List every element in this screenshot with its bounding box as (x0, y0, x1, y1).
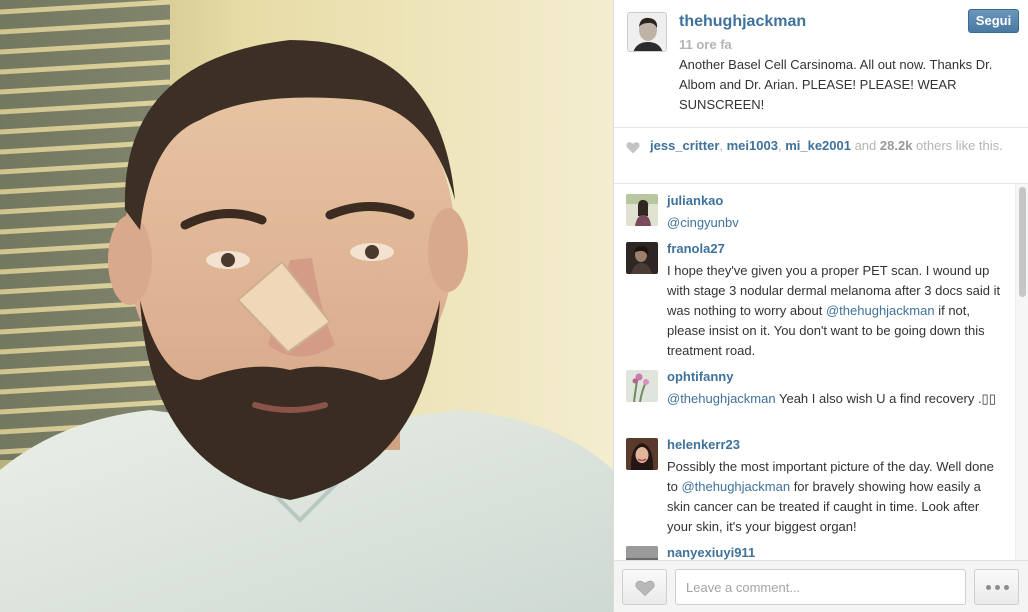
scrollbar-thumb[interactable] (1019, 187, 1026, 297)
heart-icon (626, 142, 640, 154)
post-caption: Another Basel Cell Carsinoma. All out no… (679, 57, 993, 112)
commenter-avatar[interactable] (626, 546, 658, 560)
ellipsis-icon (986, 585, 991, 590)
mention-link[interactable]: @thehughjackman (667, 391, 776, 406)
liker-link[interactable]: jess_critter (650, 138, 719, 153)
likes-and: and (850, 138, 880, 153)
post-timestamp: 11 ore fa (679, 37, 732, 52)
likes-bar: jess_critter, mei1003, mi_ke2001 and 28.… (614, 128, 1028, 184)
commenter-avatar-image (626, 370, 658, 402)
owner-username-link[interactable]: thehughjackman (679, 13, 806, 31)
owner-avatar[interactable] (627, 12, 667, 52)
liker-link[interactable]: mi_ke2001 (785, 138, 851, 153)
owner-avatar-image (628, 13, 666, 51)
comment-footer (614, 560, 1028, 612)
man-with-bandage-image (0, 0, 613, 612)
commenter-avatar[interactable] (626, 438, 658, 470)
commenter-username[interactable]: helenkerr23 (667, 437, 740, 452)
commenter-avatar-image (626, 242, 658, 274)
likes-suffix: others like this. (912, 138, 1003, 153)
comment-item: nanyexiuyi911 (614, 536, 1014, 560)
comment-item: juliankao @cingyunbv (614, 184, 1014, 232)
commenter-avatar-image (626, 438, 658, 470)
likes-separator: , (719, 138, 727, 153)
comment-text: Possibly the most important picture of t… (667, 457, 1007, 537)
mention-link[interactable]: @thehughjackman (681, 479, 790, 494)
more-options-button[interactable] (974, 569, 1019, 605)
post-panel: thehughjackman 11 ore fa Another Basel C… (613, 0, 1028, 612)
comment-item: helenkerr23 Possibly the most important … (614, 428, 1014, 536)
heart-icon (635, 580, 655, 596)
commenter-username[interactable]: ophtifanny (667, 369, 733, 384)
comments-list: juliankao @cingyunbv franola27 I hope th… (614, 184, 1014, 560)
mention-link[interactable]: @cingyunbv (667, 215, 739, 230)
commenter-username[interactable]: nanyexiuyi911 (667, 545, 755, 560)
follow-button[interactable]: Segui (968, 9, 1019, 33)
comment-item: franola27 I hope they've given you a pro… (614, 232, 1014, 360)
comment-input[interactable] (675, 569, 966, 605)
commenter-username[interactable]: franola27 (667, 241, 725, 256)
comment-item: ophtifanny @thehughjackman Yeah I also w… (614, 360, 1014, 428)
commenter-avatar[interactable] (626, 242, 658, 274)
likes-count: 28.2k (879, 138, 913, 153)
commenter-avatar-image (626, 194, 658, 226)
comment-text: I hope they've given you a proper PET sc… (667, 261, 1007, 361)
liker-link[interactable]: mei1003 (727, 138, 778, 153)
likes-summary: jess_critter, mei1003, mi_ke2001 and 28.… (650, 138, 1020, 154)
comments-scrollbar[interactable] (1015, 184, 1028, 560)
like-button[interactable] (622, 569, 667, 605)
commenter-avatar[interactable] (626, 370, 658, 402)
post-header: thehughjackman 11 ore fa Another Basel C… (614, 0, 1028, 128)
commenter-avatar[interactable] (626, 194, 658, 226)
mention-link[interactable]: @thehughjackman (826, 303, 935, 318)
commenter-avatar-image (626, 546, 658, 560)
comment-text: @cingyunbv (667, 213, 1007, 233)
post-photo (0, 0, 613, 612)
comment-text-part: Yeah I also wish U a find recovery .▯▯ (775, 391, 996, 406)
ellipsis-icon (1004, 585, 1009, 590)
comment-text: @thehughjackman Yeah I also wish U a fin… (667, 389, 1007, 409)
ellipsis-icon (995, 585, 1000, 590)
commenter-username[interactable]: juliankao (667, 193, 723, 208)
